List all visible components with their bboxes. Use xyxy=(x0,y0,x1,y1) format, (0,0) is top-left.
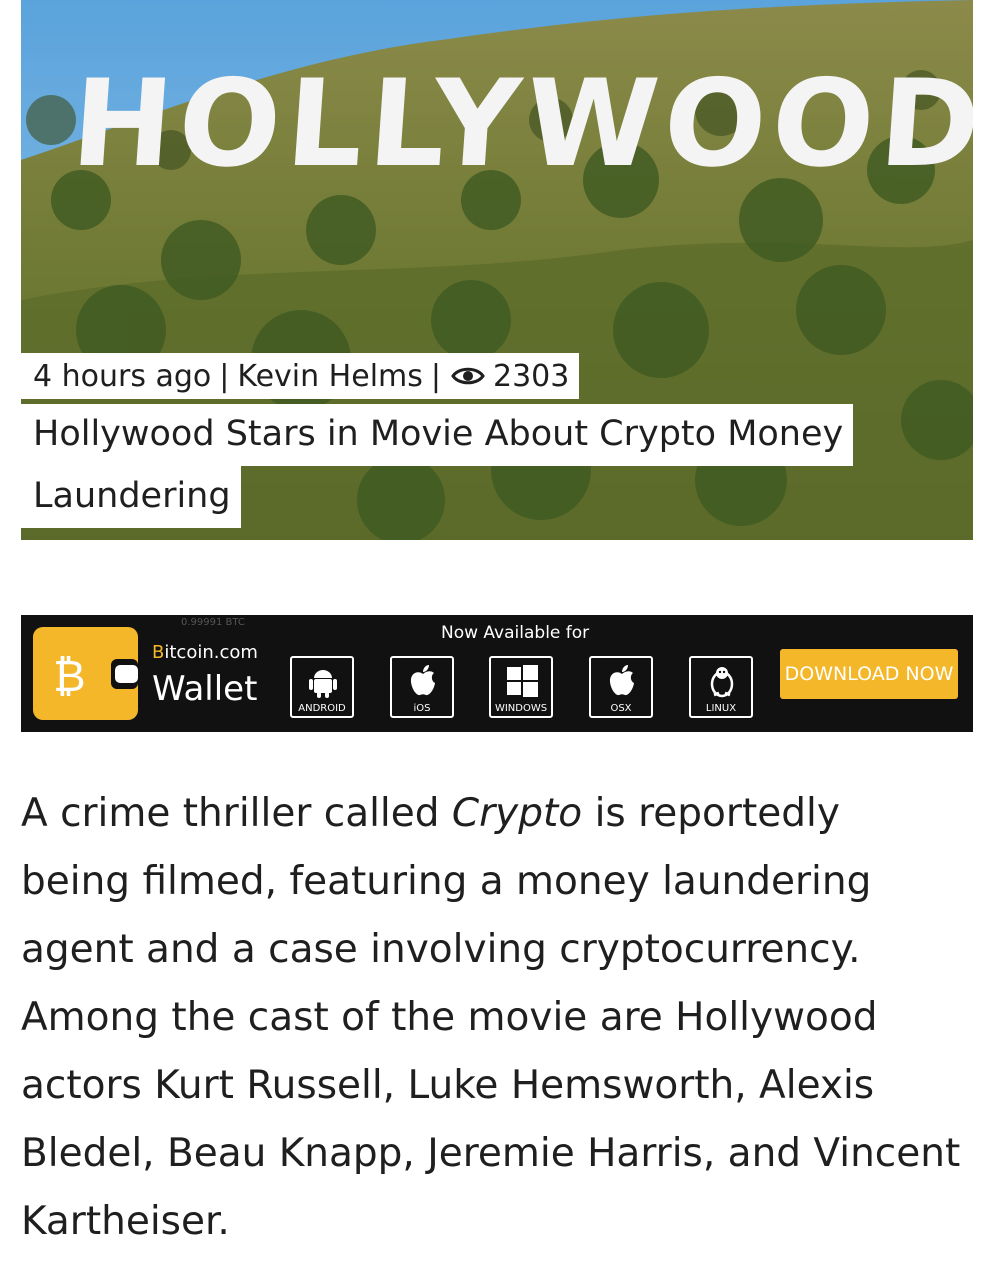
movie-title-italic: Crypto xyxy=(451,791,583,836)
article-paragraph: A crime thriller called Crypto is report… xyxy=(21,780,961,1256)
eye-icon xyxy=(451,367,485,385)
article-text-rest: is reportedly being filmed, featuring a … xyxy=(21,791,961,1244)
download-now-button[interactable]: DOWNLOAD NOW xyxy=(780,649,958,699)
windows-icon xyxy=(507,665,538,697)
ad-available-text: Now Available for xyxy=(441,623,590,643)
hollywood-sign: HOLLYWOOD xyxy=(67,54,973,194)
platform-label: WINDOWS xyxy=(494,703,548,714)
svg-text:₿: ₿ xyxy=(53,651,86,702)
platform-linux[interactable]: LINUX xyxy=(689,656,753,718)
platform-ios[interactable]: iOS xyxy=(390,656,454,718)
platform-osx[interactable]: OSX xyxy=(589,656,653,718)
wallet-ad-banner[interactable]: 0.99991 BTC ₿ Bitcoin.com Wallet Now Ava… xyxy=(21,615,973,732)
android-icon xyxy=(309,670,337,698)
meta-separator: | xyxy=(219,358,230,394)
ad-product: Wallet xyxy=(152,669,258,709)
platform-android[interactable]: ANDROID xyxy=(290,656,354,718)
apple-icon xyxy=(609,665,634,696)
article-title-line-1[interactable]: Hollywood Stars in Movie About Crypto Mo… xyxy=(21,404,854,466)
article-title-line-2[interactable]: Laundering xyxy=(21,466,241,528)
author-link[interactable]: Kevin Helms xyxy=(237,359,422,394)
article-meta: 4 hours ago | Kevin Helms | 2303 xyxy=(21,353,580,399)
apple-icon xyxy=(410,665,435,696)
platform-label: ANDROID xyxy=(298,703,346,714)
bitcoin-wallet-logo-icon: ₿ xyxy=(33,627,138,720)
platform-label: iOS xyxy=(413,703,431,714)
article-text-start: A crime thriller called xyxy=(21,791,452,836)
platform-label: LINUX xyxy=(705,703,737,714)
meta-separator: | xyxy=(430,358,441,394)
linux-tux-icon xyxy=(710,667,734,698)
platform-label: OSX xyxy=(610,703,632,714)
time-ago: 4 hours ago xyxy=(33,358,212,394)
ad-background-text: 0.99991 BTC xyxy=(181,617,245,628)
ad-brand: Bitcoin.com xyxy=(152,642,258,663)
view-count: 2303 xyxy=(493,358,570,394)
platform-windows[interactable]: WINDOWS xyxy=(489,656,553,718)
